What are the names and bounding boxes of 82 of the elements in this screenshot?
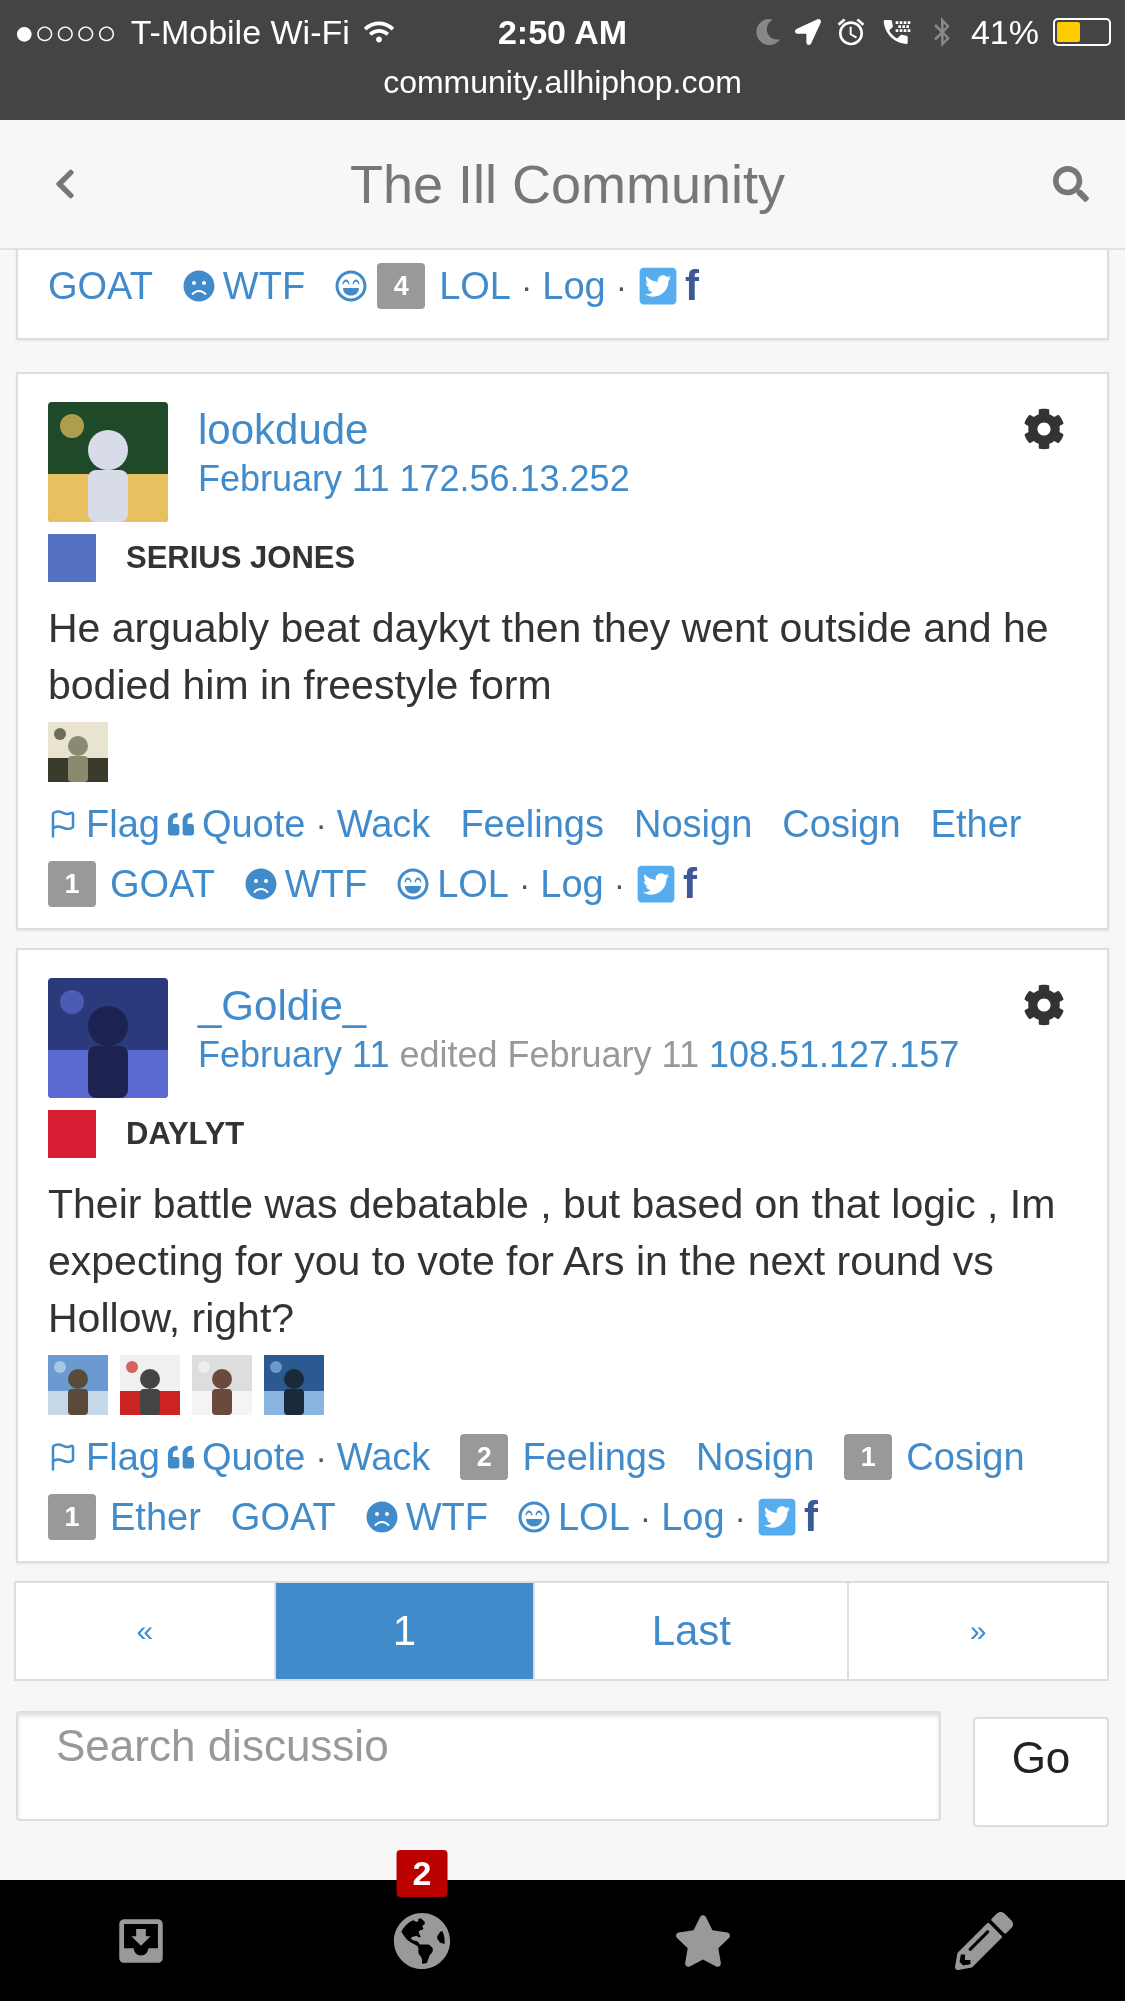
post-body: Their battle was debatable , but based on that logic , Im expecting for you to vote for Ars in the next round vs Hollow, right? [48, 1180, 1057, 1343]
battery-percent: 41% [970, 12, 1039, 52]
reaction-link[interactable]: WTF [365, 1495, 488, 1539]
facebook-icon[interactable]: f [803, 1493, 818, 1541]
reaction-link[interactable]: Feelings [460, 802, 604, 846]
role-label: DAYLYT [126, 1116, 245, 1152]
count-badge: 1 [48, 861, 96, 907]
go-button[interactable]: Go [973, 1717, 1109, 1827]
frown-face-icon [182, 270, 215, 302]
reaction-link[interactable]: Cosign [906, 1435, 1025, 1479]
reaction-link[interactable]: LOL [558, 1495, 630, 1539]
count-badge: 1 [844, 1434, 893, 1480]
clock-time: 2:50 AM [497, 12, 628, 52]
separator-dot: · [734, 1497, 746, 1537]
search-field[interactable]: Search discussio [16, 1711, 941, 1821]
count-badge: 2 [460, 1434, 509, 1480]
count-badge: 4 [377, 263, 426, 309]
reaction-link[interactable]: Feelings [522, 1435, 666, 1479]
location-arrow-icon [794, 19, 821, 45]
quote-link[interactable]: Quote [167, 1435, 306, 1479]
page-button[interactable]: « [14, 1581, 276, 1681]
page-url: community.allhiphop.com [383, 64, 742, 101]
reaction-link[interactable]: LOL [439, 264, 511, 308]
laughing-face-icon [518, 1501, 550, 1533]
ip-address[interactable]: 108.51.127.157 [708, 1034, 960, 1076]
count-badge: 1 [48, 1494, 96, 1540]
reaction-link[interactable]: WTF [182, 264, 306, 308]
frown-face-icon [244, 868, 277, 900]
search-icon[interactable] [1053, 166, 1089, 202]
page-title: The Ill Community [349, 153, 786, 215]
reaction-link[interactable]: Wack [336, 1435, 431, 1479]
separator-dot: · [639, 1497, 652, 1537]
reaction-link[interactable]: GOAT [230, 1495, 336, 1539]
reaction-link[interactable]: Nosign [696, 1435, 815, 1479]
frown-face-icon [365, 1501, 398, 1533]
post-body: He arguably beat daykyt then they went outside and he bodied him in freestyle form [48, 604, 1050, 710]
carrier-name: T-Mobile Wi-Fi [130, 12, 350, 52]
moon-icon [754, 19, 781, 45]
separator-dot: · [315, 804, 327, 844]
log-link[interactable]: Log [542, 264, 606, 308]
edited-date: edited February 11 [399, 1034, 699, 1076]
flag-link[interactable]: Flag [48, 1435, 160, 1479]
reaction-link[interactable]: Wack [336, 802, 431, 846]
post-date[interactable]: February 11 [198, 1034, 390, 1076]
notification-badge: 2 [396, 1849, 448, 1897]
separator-dot: · [315, 1437, 327, 1477]
settings-icon[interactable] [1023, 408, 1065, 450]
reaction-link[interactable]: WTF [244, 862, 368, 906]
reaction-link[interactable]: Ether [930, 802, 1022, 846]
ip-address[interactable]: 172.56.13.252 [399, 458, 630, 500]
reaction-link[interactable]: Cosign [782, 802, 901, 846]
laughing-face-icon [397, 868, 430, 900]
quote-icon [167, 1444, 194, 1470]
post-date[interactable]: February 11 [198, 458, 390, 500]
facebook-icon[interactable]: f [683, 860, 698, 908]
log-link[interactable]: Log [661, 1495, 725, 1539]
separator-dot: · [519, 864, 531, 904]
quote-link[interactable]: Quote [167, 802, 306, 846]
globe-icon[interactable] [392, 1911, 451, 1970]
flag-link[interactable]: Flag [48, 802, 160, 846]
separator-dot: · [615, 266, 628, 306]
reaction-link[interactable]: Nosign [634, 802, 753, 846]
facebook-icon[interactable]: f [685, 262, 700, 310]
separator-dot: · [521, 266, 533, 306]
role-label: SERIUS JONES [126, 540, 356, 576]
reaction-link[interactable]: Ether [110, 1495, 201, 1539]
battery-icon [1053, 18, 1111, 46]
laughing-face-icon [335, 270, 368, 302]
reaction-link[interactable]: GOAT [110, 862, 215, 906]
page-button[interactable]: Last [533, 1581, 850, 1681]
signal-dots: ●○○○○ [14, 12, 117, 52]
settings-icon[interactable] [1023, 984, 1065, 1026]
reaction-link[interactable]: GOAT [48, 264, 153, 308]
pencil-icon[interactable] [955, 1911, 1014, 1970]
author-name[interactable]: lookdude [198, 406, 630, 454]
page-button[interactable]: » [847, 1581, 1109, 1681]
log-link[interactable]: Log [540, 862, 604, 906]
author-name[interactable]: _Goldie_ [198, 982, 960, 1030]
page-button[interactable]: 1 [273, 1581, 536, 1681]
reaction-link[interactable]: LOL [437, 862, 509, 906]
separator-dot: · [613, 864, 626, 904]
quote-icon [167, 811, 194, 837]
